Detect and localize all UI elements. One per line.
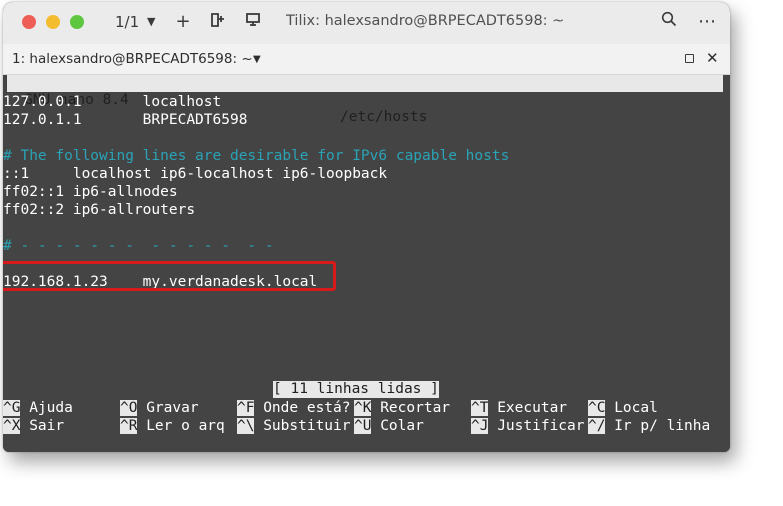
session-count[interactable]: 1/1	[115, 13, 139, 31]
nano-filename: /etc/hosts	[340, 109, 428, 125]
search-icon[interactable]	[658, 11, 680, 33]
shortcut-ir-linha[interactable]: ^/ Ir p/ linha	[588, 417, 710, 435]
shortcut-key: ^R	[120, 418, 138, 434]
split-icon[interactable]	[206, 11, 228, 33]
nano-header-bar: GNU nano 8.4 /etc/hosts	[7, 75, 723, 125]
file-line-9-comment: # - - - - - - - - - - - - - -	[3, 238, 274, 254]
shortcut-colar[interactable]: ^U Colar	[354, 417, 424, 435]
shortcut-label: Local	[605, 400, 658, 416]
file-line-2: 127.0.1.1 BRPECADT6598	[3, 112, 248, 128]
menu-icon[interactable]: ⋯	[696, 11, 718, 33]
file-line-7: ff02::2 ip6-allrouters	[3, 202, 196, 218]
shortcut-key: ^G	[3, 400, 21, 416]
terminal-tab-title[interactable]: 1: halexsandro@BRPECADT6598: ~	[12, 51, 253, 67]
shortcut-label: Justificar	[488, 418, 585, 434]
window-title: Tilix: halexsandro@BRPECADT6598: ~	[286, 13, 565, 29]
shortcut-label: Ler o arq	[137, 418, 225, 434]
terminal-area[interactable]: GNU nano 8.4 /etc/hosts 127.0.0.1 localh…	[3, 75, 730, 452]
tilix-window: 1/1 ▼ + Tilix: halexsandro@BRPECADT6598:…	[3, 2, 730, 452]
shortcut-row-1: ^G Ajuda ^O Gravar ^F Onde está? ^K Reco…	[3, 399, 730, 417]
chevron-down-icon[interactable]: ▼	[147, 15, 155, 28]
shortcut-key: ^J	[471, 418, 489, 434]
file-line-5: ::1 localhost ip6-localhost ip6-loopback	[3, 166, 388, 182]
shortcut-key: ^T	[471, 400, 489, 416]
plus-icon[interactable]: +	[172, 11, 194, 33]
shortcut-executar[interactable]: ^T Executar	[471, 399, 567, 417]
shortcut-label: Substituir	[254, 418, 351, 434]
file-line-1: 127.0.0.1 localhost	[3, 94, 222, 110]
shortcut-key: ^K	[354, 400, 372, 416]
shortcut-ler-arq[interactable]: ^R Ler o arq	[120, 417, 225, 435]
shortcut-key: ^U	[354, 418, 372, 434]
shortcut-ajuda[interactable]: ^G Ajuda	[3, 399, 73, 417]
tab-chevron-down-icon[interactable]: ▼	[253, 54, 261, 65]
shortcut-key: ^F	[237, 400, 255, 416]
shortcut-substituir[interactable]: ^\ Substituir	[237, 417, 351, 435]
shortcut-key: ^\	[237, 418, 255, 434]
shortcut-label: Ir p/ linha	[605, 418, 711, 434]
close-terminal-icon[interactable]: ✕	[706, 49, 719, 67]
shortcut-label: Recortar	[371, 400, 451, 416]
shortcut-gravar[interactable]: ^O Gravar	[120, 399, 199, 417]
title-bar: 1/1 ▼ + Tilix: halexsandro@BRPECADT6598:…	[3, 2, 730, 44]
shortcut-label: Executar	[488, 400, 568, 416]
shortcut-justificar[interactable]: ^J Justificar	[471, 417, 585, 435]
status-message: [ 11 linhas lidas ]	[273, 381, 439, 398]
shortcut-key: ^/	[588, 418, 606, 434]
shortcut-sair[interactable]: ^X Sair	[3, 417, 64, 435]
highlight-box	[3, 261, 336, 291]
shortcut-key: ^C	[588, 400, 606, 416]
file-line-4-comment: # The following lines are desirable for …	[3, 148, 510, 164]
shortcut-recortar[interactable]: ^K Recortar	[354, 399, 450, 417]
maximize-window-button[interactable]	[70, 15, 84, 29]
shortcut-label: Ajuda	[20, 400, 73, 416]
file-line-6: ff02::1 ip6-allnodes	[3, 184, 178, 200]
shortcut-row-2: ^X Sair ^R Ler o arq ^\ Substituir ^U Co…	[3, 417, 730, 435]
shortcut-label: Gravar	[137, 400, 199, 416]
add-terminal-icon[interactable]	[243, 11, 265, 33]
close-window-button[interactable]	[22, 15, 36, 29]
shortcut-key: ^X	[3, 418, 21, 434]
shortcut-onde-esta[interactable]: ^F Onde está?	[237, 399, 351, 417]
shortcut-label: Onde está?	[254, 400, 351, 416]
shortcut-local[interactable]: ^C Local	[588, 399, 658, 417]
maximize-terminal-icon[interactable]	[685, 54, 694, 63]
session-tab-bar: 1: halexsandro@BRPECADT6598: ~ ▼ ✕	[3, 44, 730, 75]
shortcut-key: ^O	[120, 400, 138, 416]
shortcut-label: Colar	[371, 418, 424, 434]
shortcut-label: Sair	[20, 418, 65, 434]
minimize-window-button[interactable]	[46, 15, 60, 29]
